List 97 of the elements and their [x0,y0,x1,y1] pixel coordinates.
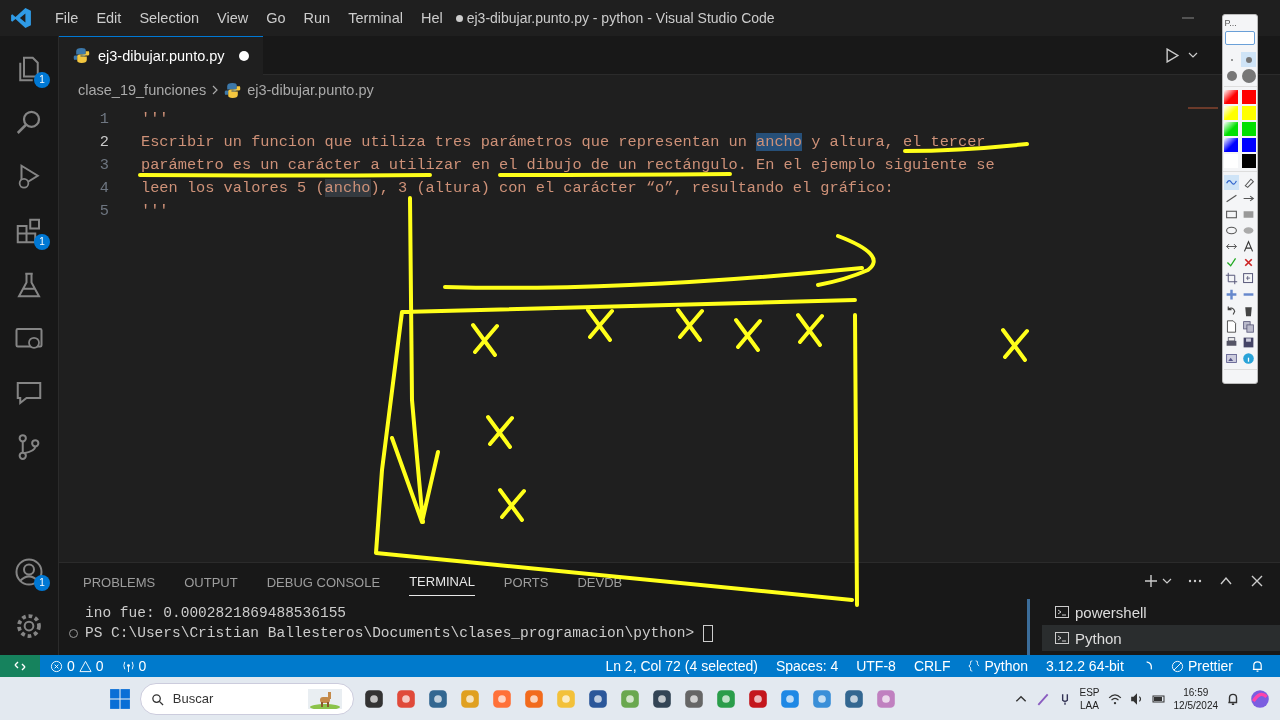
error-count[interactable]: 0 [67,658,75,674]
keyboard-language[interactable]: ESP LAA [1079,685,1100,712]
panel-tab[interactable]: DEBUG CONSOLE [266,566,381,596]
search-icon [150,692,164,706]
color-swatch[interactable] [1242,154,1256,168]
color-swatch[interactable] [1242,122,1256,136]
prettier-status[interactable]: Prettier [1187,658,1233,674]
color-swatch[interactable] [1242,138,1256,152]
panel-tab[interactable]: PROBLEMS [83,566,156,596]
panel-tab[interactable]: DEVDB [577,566,623,596]
save-icon[interactable] [1241,335,1256,350]
line-number: 2 [98,132,110,151]
panel-tab[interactable]: PORTS [503,566,549,596]
line-number: 5 [98,201,110,220]
python-file-icon [224,81,242,99]
breadcrumb[interactable]: ej3-dibujar.punto.py [247,82,374,98]
terminal-icon [1054,630,1070,647]
new-terminal-icon[interactable] [1143,573,1159,590]
palette-button[interactable] [1225,31,1255,45]
ports-count[interactable]: 0 [138,658,147,674]
remote-icon [13,659,27,673]
code-line: Escribir un funcion que utiliza tres parámetros que representan un ancho y altura, el tercer [141,132,986,151]
menu-item[interactable]: File [46,10,88,26]
status-item[interactable]: UTF-8 [856,658,896,674]
taskbar-search-field[interactable]: Buscar [139,682,354,715]
caret-icon[interactable] [1162,578,1172,585]
code-line: ''' [141,109,169,128]
color-swatch[interactable] [1224,138,1238,152]
status-item[interactable]: Spaces: 4 [775,658,839,674]
pen-icon[interactable] [1224,175,1239,190]
menu-item[interactable]: Go [257,10,295,26]
terminal-item[interactable]: powershell [1042,599,1280,626]
chevron-icon [212,85,219,95]
line-number: 3 [98,155,110,174]
color-swatch[interactable] [1224,106,1238,120]
window-title: ej3-dibujar.punto.py - python - Visual Studio Code [466,10,775,26]
menu-item[interactable]: Terminal [339,10,412,26]
menu-item[interactable]: Edit [87,10,131,26]
clock[interactable]: 16:59 12/5/2024 [1173,685,1218,712]
color-swatch[interactable] [1242,106,1256,120]
interpreter-status[interactable]: 3.12.2 64-bit [1046,658,1124,674]
pen-size-option[interactable] [1241,68,1256,83]
image-icon[interactable] [1224,351,1239,366]
zoom-icon[interactable] [1241,271,1256,286]
braces-icon[interactable] [968,660,981,672]
caret-icon[interactable] [1188,52,1198,58]
error-icon[interactable] [50,659,63,673]
badge: 1 [34,72,50,88]
speaker-icon[interactable] [1129,691,1144,706]
status-item[interactable]: Ln 2, Col 72 (4 selected) [605,658,758,674]
page-icon[interactable] [1224,319,1239,334]
copy-icon[interactable] [1241,319,1256,334]
status-item[interactable]: CRLF [913,658,951,674]
copilot-icon[interactable] [1249,687,1271,710]
crop-icon[interactable] [1224,271,1239,286]
palette-title: P... [1224,18,1237,28]
minimap-line [1188,107,1218,109]
run-icon[interactable] [1165,47,1180,63]
text-tool-icon[interactable] [1241,239,1256,254]
code-line: leen los valores 5 (ancho), 3 (altura) con el carácter “o”, resultando el gráfico: [141,178,894,197]
color-swatch[interactable] [1224,122,1238,136]
line-number: 4 [98,178,110,197]
line-number: 1 [98,109,110,128]
settings-icon[interactable] [14,611,44,641]
panel-tab[interactable]: TERMINAL [409,566,475,597]
color-swatch[interactable] [1224,90,1238,104]
breadcrumb[interactable]: clase_19_funciones [78,82,207,98]
account-icon[interactable] [14,557,44,587]
language-status[interactable]: Python [984,658,1029,674]
menu-item[interactable]: Run [294,10,340,26]
code-line: parámetro es un carácter a utilizar en el dibujo de un rectángulo. En el ejemplo siguiente se [141,155,995,174]
badge: 1 [34,575,50,591]
warning-icon[interactable] [78,659,92,673]
broadcast-icon[interactable] [121,659,135,673]
pen-icon[interactable] [1035,691,1050,706]
pen-size-option[interactable] [1241,52,1256,67]
terminal-icon [1054,604,1070,621]
color-swatch[interactable] [1242,90,1256,104]
vscode-logo-icon [10,7,32,29]
python-file-icon [73,47,90,64]
wifi-icon[interactable] [1107,691,1122,706]
menu-item[interactable]: Hel [411,10,452,26]
color-swatch[interactable] [1224,154,1238,168]
menu-item[interactable]: Selection [130,10,209,26]
cursor [702,624,713,642]
menu-item[interactable]: View [208,10,258,26]
code-line: ''' [141,201,169,220]
panel-tab[interactable]: OUTPUT [184,566,238,596]
badge: 1 [34,234,50,250]
bell-icon[interactable] [1226,691,1240,706]
windows-logo-icon[interactable] [108,687,131,710]
editor-tab[interactable]: ej3-dibujar.punto.py [59,35,263,75]
terminal-line: PS C:\Users\Cristian Ballesteros\Documents\clases_programacion\python> [85,625,696,642]
terminal-item[interactable]: Python [1042,625,1280,652]
warning-count[interactable]: 0 [95,658,104,674]
notifications-icon[interactable] [1251,659,1264,673]
terminal-line: ino fue: 0.0002821869488536155 [85,605,347,622]
